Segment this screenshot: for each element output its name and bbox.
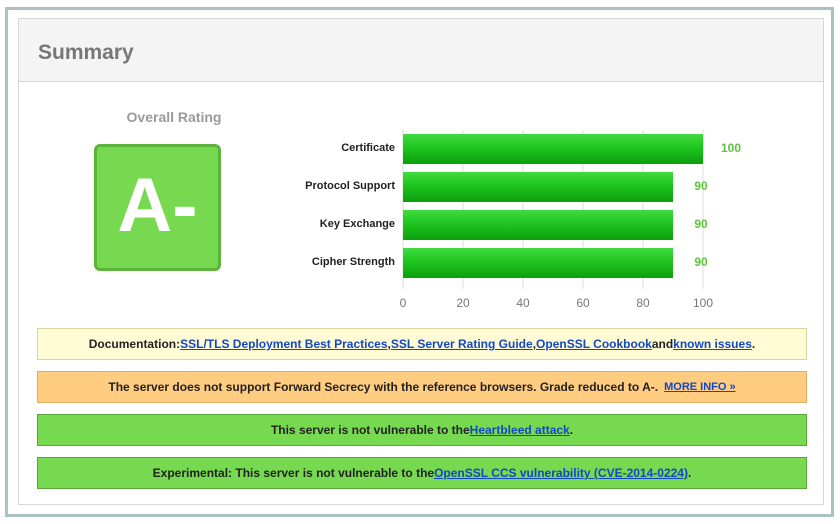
ccs-link[interactable]: OpenSSL CCS vulnerability (CVE-2014-0224… xyxy=(434,466,688,480)
forward-secrecy-text: The server does not support Forward Secr… xyxy=(108,380,659,394)
panel-header: Summary xyxy=(19,19,823,82)
grade-badge: A- xyxy=(94,144,221,271)
x-tick-label: 80 xyxy=(636,296,650,310)
page-title: Summary xyxy=(38,41,134,64)
documentation-suffix: . xyxy=(751,337,756,351)
bar-value-label: 90 xyxy=(694,179,708,193)
bar-category-label: Certificate xyxy=(341,142,395,154)
heartbleed-prefix: This server is not vulnerable to the xyxy=(270,423,470,437)
x-tick-label: 40 xyxy=(516,296,530,310)
x-tick-label: 60 xyxy=(576,296,590,310)
bar-category-label: Protocol Support xyxy=(305,180,395,192)
overall-rating-label: Overall Rating xyxy=(126,109,222,125)
x-tick-label: 100 xyxy=(692,296,714,310)
known-issues-link[interactable]: known issues xyxy=(673,337,752,351)
documentation-prefix: Documentation: xyxy=(88,337,181,351)
bar-cipher-strength xyxy=(403,248,673,278)
ccs-prefix: Experimental: This server is not vulnera… xyxy=(152,466,435,480)
documentation-notice: Documentation: SSL/TLS Deployment Best P… xyxy=(37,328,807,360)
bar-value-label: 100 xyxy=(720,141,742,155)
heartbleed-link[interactable]: Heartbleed attack xyxy=(470,423,570,437)
bar-value-label: 90 xyxy=(694,255,708,269)
bar-key-exchange xyxy=(403,210,673,240)
rating-guide-link[interactable]: SSL Server Rating Guide xyxy=(391,337,533,351)
summary-panel: Summary Overall Rating A- 0 20 40 60 80 100 Ce… xyxy=(18,18,824,505)
forward-secrecy-notice: The server does not support Forward Secr… xyxy=(37,371,807,403)
rating-chart: 0 20 40 60 80 100 Certificate 100 Protocol Suppo… xyxy=(279,119,741,319)
bar-certificate xyxy=(403,134,703,164)
documentation-sep3: and xyxy=(651,337,674,351)
bar-category-label: Cipher Strength xyxy=(311,256,395,268)
heartbleed-suffix: . xyxy=(569,423,574,437)
bar-value-label: 90 xyxy=(694,217,708,231)
grade-text: A- xyxy=(117,162,198,248)
bar-protocol-support xyxy=(403,172,673,202)
more-info-link[interactable]: MORE INFO » xyxy=(664,381,736,393)
openssl-cookbook-link[interactable]: OpenSSL Cookbook xyxy=(536,337,652,351)
summary-frame: Summary Overall Rating A- 0 20 40 60 80 100 Ce… xyxy=(5,7,834,517)
ccs-suffix: . xyxy=(687,466,692,480)
best-practices-link[interactable]: SSL/TLS Deployment Best Practices xyxy=(180,337,387,351)
bar-category-label: Key Exchange xyxy=(319,218,395,230)
heartbleed-notice: This server is not vulnerable to the Hea… xyxy=(37,414,807,446)
x-tick-label: 20 xyxy=(456,296,470,310)
ccs-notice: Experimental: This server is not vulnera… xyxy=(37,457,807,489)
x-tick-label: 0 xyxy=(399,296,407,310)
